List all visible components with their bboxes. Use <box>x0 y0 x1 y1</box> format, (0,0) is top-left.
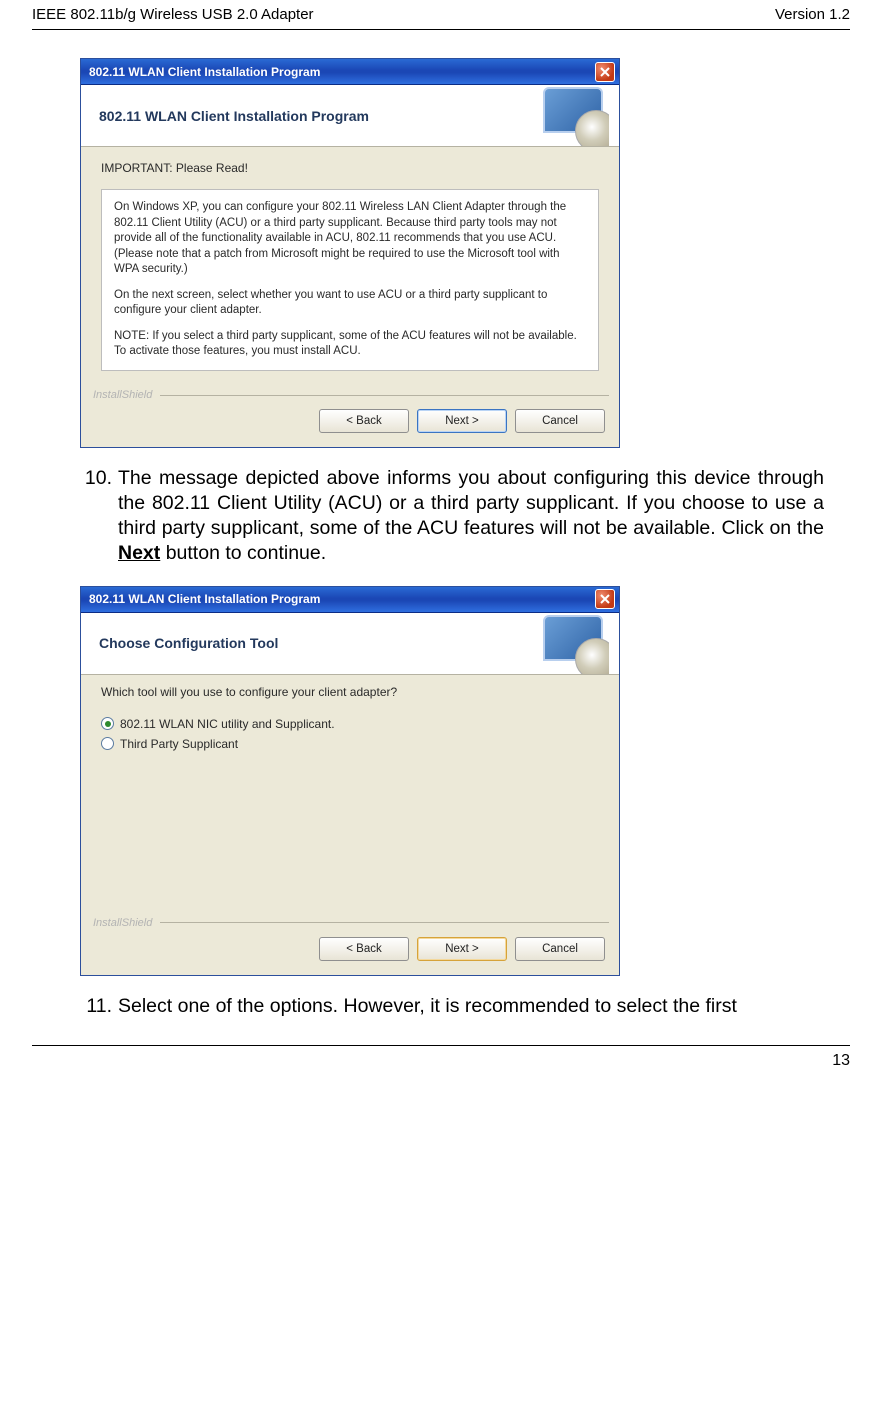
choose-question: Which tool will you use to configure you… <box>101 685 599 699</box>
button-row: < Back Next > Cancel <box>81 409 619 447</box>
titlebar: 802.11 WLAN Client Installation Program <box>81 587 619 613</box>
close-icon[interactable] <box>595 62 615 82</box>
step-11-body: Select one of the options. However, it i… <box>118 994 824 1019</box>
cancel-button[interactable]: Cancel <box>515 409 605 433</box>
next-button[interactable]: Next > <box>417 409 507 433</box>
next-button[interactable]: Next > <box>417 937 507 961</box>
step-11-number: 11. <box>80 994 112 1019</box>
cancel-button[interactable]: Cancel <box>515 937 605 961</box>
step-11: 11. Select one of the options. However, … <box>80 994 832 1019</box>
titlebar: 802.11 WLAN Client Installation Program <box>81 59 619 85</box>
page-number: 13 <box>832 1052 850 1069</box>
installer-art-icon <box>513 613 609 674</box>
step-10-body: The message depicted above informs you a… <box>118 466 824 566</box>
radio-label-1: 802.11 WLAN NIC utility and Supplicant. <box>120 717 335 731</box>
info-paragraph-3: NOTE: If you select a third party suppli… <box>114 329 586 360</box>
close-icon[interactable] <box>595 589 615 609</box>
header-left: IEEE 802.11b/g Wireless USB 2.0 Adapter <box>32 6 314 23</box>
radio-label-2: Third Party Supplicant <box>120 737 238 751</box>
radio-option-thirdparty[interactable]: Third Party Supplicant <box>101 737 599 751</box>
page-header: IEEE 802.11b/g Wireless USB 2.0 Adapter … <box>32 0 850 30</box>
installer-art-icon <box>513 85 609 146</box>
button-row: < Back Next > Cancel <box>81 937 619 975</box>
dialog-choose-tool: 802.11 WLAN Client Installation Program … <box>80 586 620 976</box>
dialog-banner: 802.11 WLAN Client Installation Program <box>81 85 619 147</box>
page-footer: 13 <box>32 1045 850 1082</box>
info-paragraph-2: On the next screen, select whether you w… <box>114 288 586 319</box>
step-10-number: 10. <box>80 466 112 566</box>
important-subtitle: IMPORTANT: Please Read! <box>101 161 599 175</box>
titlebar-text: 802.11 WLAN Client Installation Program <box>89 592 320 606</box>
banner-title: Choose Configuration Tool <box>99 635 278 651</box>
header-right: Version 1.2 <box>775 6 850 23</box>
radio-unselected-icon <box>101 737 114 750</box>
installshield-label: InstallShield <box>81 387 619 409</box>
radio-selected-icon <box>101 717 114 730</box>
dialog-banner: Choose Configuration Tool <box>81 613 619 675</box>
dialog-important-read: 802.11 WLAN Client Installation Program … <box>80 58 620 448</box>
step-10: 10. The message depicted above informs y… <box>80 466 832 566</box>
back-button[interactable]: < Back <box>319 937 409 961</box>
back-button[interactable]: < Back <box>319 409 409 433</box>
info-text-frame: On Windows XP, you can configure your 80… <box>101 189 599 371</box>
next-bold: Next <box>118 542 160 564</box>
info-paragraph-1: On Windows XP, you can configure your 80… <box>114 200 586 278</box>
installshield-label: InstallShield <box>81 915 619 937</box>
banner-title: 802.11 WLAN Client Installation Program <box>99 108 369 124</box>
titlebar-text: 802.11 WLAN Client Installation Program <box>89 65 320 79</box>
radio-option-acu[interactable]: 802.11 WLAN NIC utility and Supplicant. <box>101 717 599 731</box>
